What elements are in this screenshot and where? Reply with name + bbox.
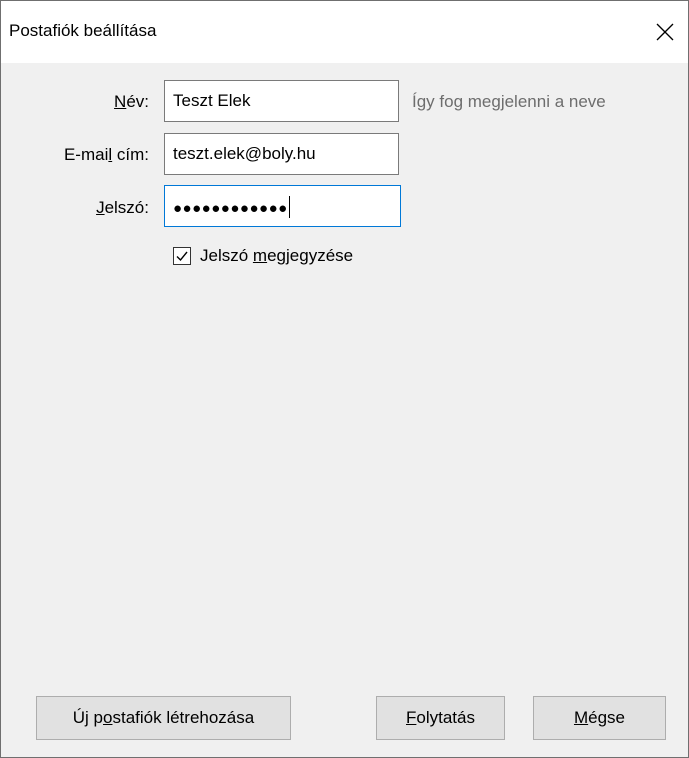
password-label: Jelszó: bbox=[96, 198, 149, 217]
window-title: Postafiók beállítása bbox=[9, 21, 157, 40]
text-caret bbox=[288, 196, 290, 218]
close-button[interactable] bbox=[642, 1, 688, 63]
email-input[interactable] bbox=[164, 133, 399, 175]
name-label: Név: bbox=[114, 92, 149, 111]
remember-password-label: Jelszó megjegyzése bbox=[200, 246, 354, 265]
name-input[interactable] bbox=[164, 80, 399, 122]
email-label: E-mail cím: bbox=[63, 145, 149, 164]
checkbox-box[interactable] bbox=[173, 247, 191, 265]
title-bar: Postafiók beállítása bbox=[1, 1, 688, 63]
remember-password-checkbox[interactable]: Jelszó megjegyzése bbox=[173, 245, 353, 267]
password-input[interactable]: ●●●●●●●●●●●● bbox=[164, 185, 401, 227]
name-hint: Így fog megjelenni a neve bbox=[412, 92, 606, 111]
account-setup-dialog: Postafiók beállítása Név: Így fog megjel… bbox=[0, 0, 689, 758]
close-icon bbox=[656, 23, 674, 41]
cancel-button[interactable]: Mégse bbox=[533, 696, 666, 740]
continue-button[interactable]: Folytatás bbox=[376, 696, 505, 740]
checkmark-icon bbox=[176, 251, 188, 262]
new-account-button[interactable]: Új p o stafiók létrehozása bbox=[36, 696, 291, 740]
password-mask: ●●●●●●●●●●●● bbox=[173, 200, 288, 217]
